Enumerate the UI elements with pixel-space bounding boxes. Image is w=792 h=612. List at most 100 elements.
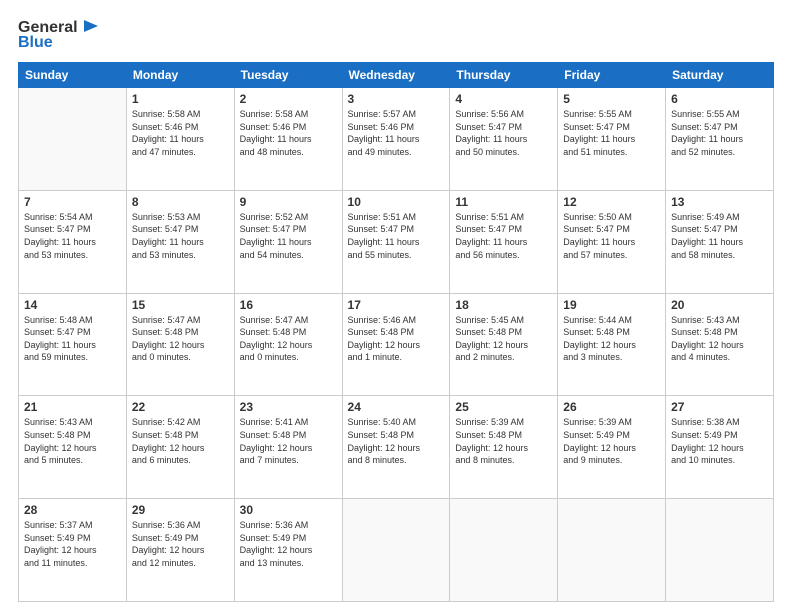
calendar-cell: 20Sunrise: 5:43 AM Sunset: 5:48 PM Dayli… [666, 293, 774, 396]
day-number: 9 [240, 195, 337, 209]
logo-blue: Blue [18, 34, 53, 52]
calendar-cell: 24Sunrise: 5:40 AM Sunset: 5:48 PM Dayli… [342, 396, 450, 499]
day-info: Sunrise: 5:52 AM Sunset: 5:47 PM Dayligh… [240, 211, 337, 261]
day-info: Sunrise: 5:43 AM Sunset: 5:48 PM Dayligh… [24, 416, 121, 466]
calendar-cell: 3 Sunrise: 5:57 AM Sunset: 5:46 PM Daylig… [342, 88, 450, 191]
day-number: 8 [132, 195, 229, 209]
day-number: 7 [24, 195, 121, 209]
day-info: Sunrise: 5:47 AM Sunset: 5:48 PM Dayligh… [240, 314, 337, 364]
calendar-cell: 21 Sunrise: 5:43 AM Sunset: 5:48 PM Dayli… [19, 396, 127, 499]
day-info: Sunrise: 5:54 AM Sunset: 5:47 PM Dayligh… [24, 211, 121, 261]
calendar-cell: 11 Sunrise: 5:51 AM Sunset: 5:47 PM Dayli… [450, 190, 558, 293]
calendar-cell: 19Sunrise: 5:44 AM Sunset: 5:48 PM Dayli… [558, 293, 666, 396]
weekday-header-tuesday: Tuesday [234, 63, 342, 88]
day-number: 3 [348, 92, 445, 106]
day-number: 28 [24, 503, 121, 517]
calendar-cell: 17 Sunrise: 5:46 AM Sunset: 5:48 PM Dayli… [342, 293, 450, 396]
calendar-cell: 2 Sunrise: 5:58 AM Sunset: 5:46 PM Daylig… [234, 88, 342, 191]
calendar-cell [19, 88, 127, 191]
day-info: Sunrise: 5:39 AM Sunset: 5:48 PM Dayligh… [455, 416, 552, 466]
calendar-week-2: 14Sunrise: 5:48 AM Sunset: 5:47 PM Dayli… [19, 293, 774, 396]
weekday-header-row: SundayMondayTuesdayWednesdayThursdayFrid… [19, 63, 774, 88]
day-info: Sunrise: 5:49 AM Sunset: 5:47 PM Dayligh… [671, 211, 768, 261]
day-info: Sunrise: 5:45 AM Sunset: 5:48 PM Dayligh… [455, 314, 552, 364]
day-info: Sunrise: 5:41 AM Sunset: 5:48 PM Dayligh… [240, 416, 337, 466]
day-info: Sunrise: 5:50 AM Sunset: 5:47 PM Dayligh… [563, 211, 660, 261]
day-info: Sunrise: 5:38 AM Sunset: 5:49 PM Dayligh… [671, 416, 768, 466]
calendar-cell: 29 Sunrise: 5:36 AM Sunset: 5:49 PM Dayli… [126, 499, 234, 602]
weekday-header-wednesday: Wednesday [342, 63, 450, 88]
day-number: 22 [132, 400, 229, 414]
calendar-cell: 6Sunrise: 5:55 AM Sunset: 5:47 PM Daylig… [666, 88, 774, 191]
calendar-week-1: 7 Sunrise: 5:54 AM Sunset: 5:47 PM Daylig… [19, 190, 774, 293]
calendar-week-0: 1Sunrise: 5:58 AM Sunset: 5:46 PM Daylig… [19, 88, 774, 191]
day-number: 27 [671, 400, 768, 414]
calendar-cell: 9 Sunrise: 5:52 AM Sunset: 5:47 PM Daylig… [234, 190, 342, 293]
day-info: Sunrise: 5:46 AM Sunset: 5:48 PM Dayligh… [348, 314, 445, 364]
calendar-cell [342, 499, 450, 602]
header: General Blue [18, 18, 774, 52]
day-info: Sunrise: 5:58 AM Sunset: 5:46 PM Dayligh… [132, 108, 229, 158]
calendar-cell: 10 Sunrise: 5:51 AM Sunset: 5:47 PM Dayli… [342, 190, 450, 293]
day-info: Sunrise: 5:42 AM Sunset: 5:48 PM Dayligh… [132, 416, 229, 466]
day-number: 23 [240, 400, 337, 414]
day-number: 11 [455, 195, 552, 209]
weekday-header-sunday: Sunday [19, 63, 127, 88]
weekday-header-saturday: Saturday [666, 63, 774, 88]
day-info: Sunrise: 5:36 AM Sunset: 5:49 PM Dayligh… [240, 519, 337, 569]
calendar-cell: 15 Sunrise: 5:47 AM Sunset: 5:48 PM Dayli… [126, 293, 234, 396]
calendar-cell: 23 Sunrise: 5:41 AM Sunset: 5:48 PM Dayli… [234, 396, 342, 499]
calendar-cell: 26 Sunrise: 5:39 AM Sunset: 5:49 PM Dayli… [558, 396, 666, 499]
day-number: 21 [24, 400, 121, 414]
calendar-cell: 27 Sunrise: 5:38 AM Sunset: 5:49 PM Dayli… [666, 396, 774, 499]
weekday-header-thursday: Thursday [450, 63, 558, 88]
day-number: 2 [240, 92, 337, 106]
day-info: Sunrise: 5:39 AM Sunset: 5:49 PM Dayligh… [563, 416, 660, 466]
day-number: 14 [24, 298, 121, 312]
calendar-cell [666, 499, 774, 602]
day-number: 26 [563, 400, 660, 414]
day-info: Sunrise: 5:58 AM Sunset: 5:46 PM Dayligh… [240, 108, 337, 158]
calendar-cell [558, 499, 666, 602]
day-info: Sunrise: 5:37 AM Sunset: 5:49 PM Dayligh… [24, 519, 121, 569]
calendar-cell: 28 Sunrise: 5:37 AM Sunset: 5:49 PM Dayli… [19, 499, 127, 602]
day-number: 18 [455, 298, 552, 312]
day-info: Sunrise: 5:55 AM Sunset: 5:47 PM Dayligh… [563, 108, 660, 158]
day-info: Sunrise: 5:47 AM Sunset: 5:48 PM Dayligh… [132, 314, 229, 364]
day-number: 17 [348, 298, 445, 312]
calendar-cell: 16Sunrise: 5:47 AM Sunset: 5:48 PM Dayli… [234, 293, 342, 396]
day-info: Sunrise: 5:53 AM Sunset: 5:47 PM Dayligh… [132, 211, 229, 261]
weekday-header-monday: Monday [126, 63, 234, 88]
day-number: 10 [348, 195, 445, 209]
calendar-cell: 13 Sunrise: 5:49 AM Sunset: 5:47 PM Dayli… [666, 190, 774, 293]
calendar-cell: 7 Sunrise: 5:54 AM Sunset: 5:47 PM Daylig… [19, 190, 127, 293]
day-number: 4 [455, 92, 552, 106]
calendar-week-4: 28 Sunrise: 5:37 AM Sunset: 5:49 PM Dayli… [19, 499, 774, 602]
day-info: Sunrise: 5:56 AM Sunset: 5:47 PM Dayligh… [455, 108, 552, 158]
day-number: 5 [563, 92, 660, 106]
day-number: 25 [455, 400, 552, 414]
calendar-cell: 5 Sunrise: 5:55 AM Sunset: 5:47 PM Daylig… [558, 88, 666, 191]
day-info: Sunrise: 5:51 AM Sunset: 5:47 PM Dayligh… [455, 211, 552, 261]
calendar-week-3: 21 Sunrise: 5:43 AM Sunset: 5:48 PM Dayli… [19, 396, 774, 499]
calendar-cell [450, 499, 558, 602]
day-info: Sunrise: 5:57 AM Sunset: 5:46 PM Dayligh… [348, 108, 445, 158]
day-number: 24 [348, 400, 445, 414]
day-number: 6 [671, 92, 768, 106]
calendar-cell: 12Sunrise: 5:50 AM Sunset: 5:47 PM Dayli… [558, 190, 666, 293]
calendar-cell: 30Sunrise: 5:36 AM Sunset: 5:49 PM Dayli… [234, 499, 342, 602]
day-number: 13 [671, 195, 768, 209]
logo: General Blue [18, 18, 100, 52]
calendar-cell: 22 Sunrise: 5:42 AM Sunset: 5:48 PM Dayli… [126, 396, 234, 499]
day-number: 29 [132, 503, 229, 517]
day-number: 15 [132, 298, 229, 312]
day-info: Sunrise: 5:43 AM Sunset: 5:48 PM Dayligh… [671, 314, 768, 364]
calendar-table: SundayMondayTuesdayWednesdayThursdayFrid… [18, 62, 774, 602]
day-info: Sunrise: 5:51 AM Sunset: 5:47 PM Dayligh… [348, 211, 445, 261]
day-info: Sunrise: 5:44 AM Sunset: 5:48 PM Dayligh… [563, 314, 660, 364]
calendar-cell: 8 Sunrise: 5:53 AM Sunset: 5:47 PM Daylig… [126, 190, 234, 293]
calendar-cell: 25 Sunrise: 5:39 AM Sunset: 5:48 PM Dayli… [450, 396, 558, 499]
weekday-header-friday: Friday [558, 63, 666, 88]
day-info: Sunrise: 5:36 AM Sunset: 5:49 PM Dayligh… [132, 519, 229, 569]
calendar-cell: 1Sunrise: 5:58 AM Sunset: 5:46 PM Daylig… [126, 88, 234, 191]
